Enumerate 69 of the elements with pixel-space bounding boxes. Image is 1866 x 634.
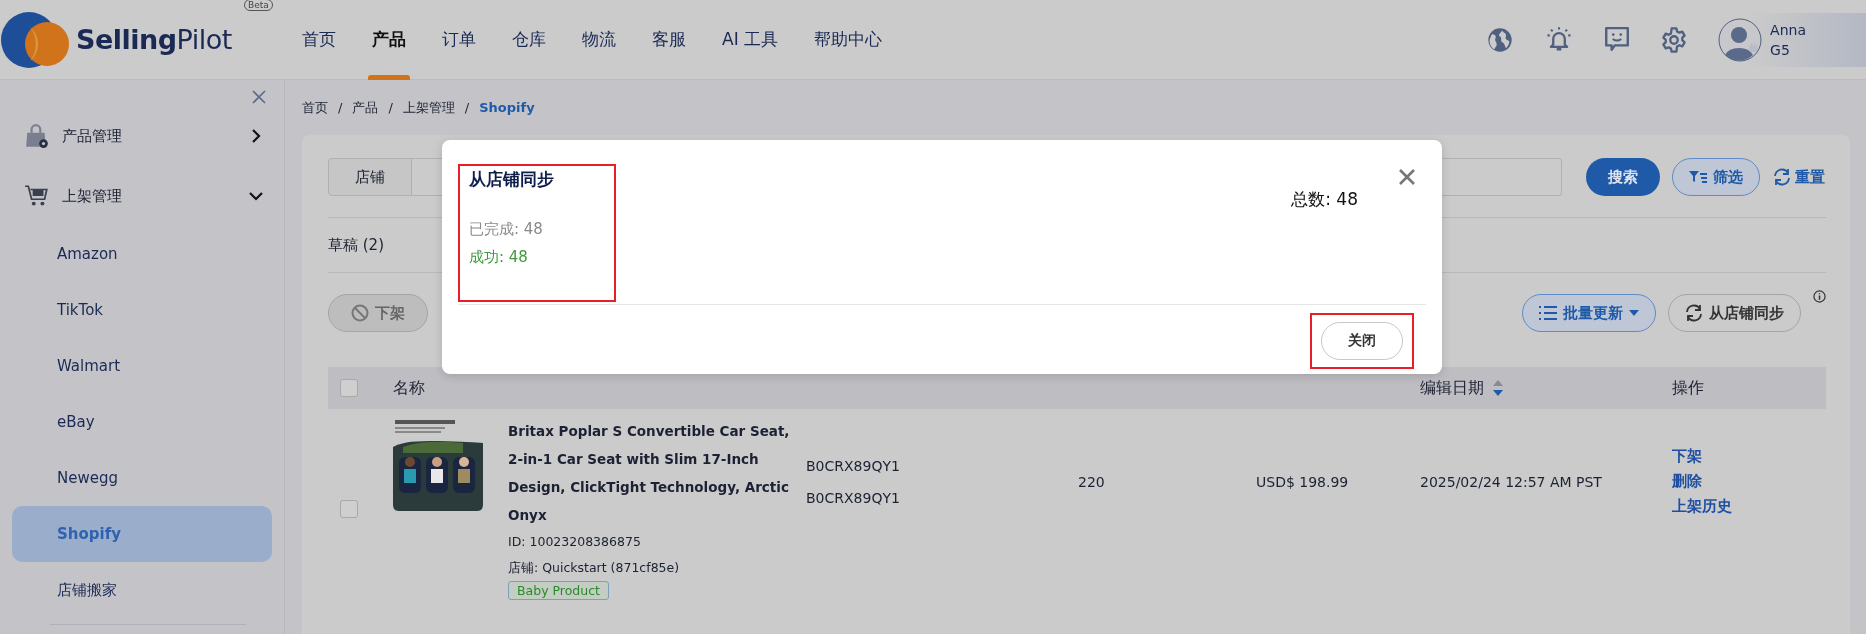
sidebar-item[interactable]: Newegg [12, 450, 272, 506]
sidebar-group[interactable]: 产品管理 [12, 106, 272, 166]
breadcrumb-separator: / [338, 100, 343, 115]
globe-icon[interactable] [1486, 25, 1515, 54]
completed-count: 已完成: 48 [469, 219, 544, 240]
success-count: 成功: 48 [469, 247, 529, 268]
settings-icon[interactable] [1660, 25, 1689, 54]
store-label: 店铺 [328, 158, 412, 196]
chat-icon[interactable] [1604, 25, 1631, 54]
category-tag: Baby Product [508, 581, 609, 600]
sort-icon[interactable] [1492, 379, 1504, 397]
close-icon[interactable] [1398, 168, 1416, 186]
checkbox[interactable] [340, 499, 358, 518]
close-button[interactable]: 关闭 [1321, 322, 1403, 360]
sidebar-item[interactable]: TikTok [12, 282, 272, 338]
column-header: 编辑日期 [1420, 377, 1484, 399]
table-cell-text: B0CRX89QY1 [806, 457, 901, 474]
caret-icon [1629, 309, 1639, 317]
breadcrumb-link[interactable]: Shopify [479, 100, 535, 115]
close-icon[interactable] [252, 90, 266, 104]
action-link[interactable]: 删除 [1672, 472, 1826, 491]
table-cell-text: USD$ 198.99 [1256, 473, 1350, 490]
product-id: ID: 10023208386875 [508, 533, 641, 551]
total-count: 总数: 48 [1291, 188, 1358, 211]
logo-text[interactable]: SellingPilot [76, 24, 232, 55]
sidebar-item[interactable]: 店铺搬家 [12, 562, 272, 618]
nav-tab[interactable]: 首页 [302, 0, 336, 80]
filter-icon [1689, 170, 1707, 184]
nav-tab[interactable]: 帮助中心 [814, 0, 883, 80]
nav-tab[interactable]: 仓库 [512, 0, 546, 80]
breadcrumb-link[interactable]: 上架管理 [402, 98, 455, 117]
info-icon[interactable] [1813, 290, 1826, 303]
sidebar-group[interactable]: 上架管理 [12, 166, 272, 226]
avatar-icon [1718, 17, 1763, 62]
prohibited-icon [351, 304, 369, 322]
bag-icon [24, 123, 50, 149]
breadcrumb-link[interactable]: 首页 [302, 98, 328, 117]
nav-tab[interactable]: AI 工具 [722, 0, 779, 80]
action-link[interactable]: 上架历史 [1672, 497, 1826, 516]
column-header: 操作 [1672, 377, 1704, 399]
table-cell-text: 220 [1078, 473, 1106, 490]
logo-icon [0, 10, 70, 69]
checkbox[interactable] [340, 379, 358, 397]
filter-button[interactable]: 筛选 [1672, 158, 1760, 196]
breadcrumb-link[interactable]: 产品 [352, 98, 379, 117]
table-cell-text: 2025/02/24 12:57 AM PST [1420, 473, 1603, 490]
search-button[interactable]: 搜索 [1586, 158, 1660, 196]
bulk-update-button[interactable]: 批量更新 [1522, 294, 1656, 332]
product-title[interactable]: Britax Poplar S Convertible Car Seat, 2-in-1 Car Seat with Slim 17-Inch Design, ClickTight Technology, Arctic Onyx [508, 417, 793, 529]
refresh-icon [1685, 304, 1703, 322]
store-name: 店铺: Quickstart (871cf85e) [508, 559, 680, 577]
sidebar-item[interactable]: eBay [12, 394, 272, 450]
user-menu[interactable]: Anna G5 [1718, 12, 1866, 67]
action-link[interactable]: 下架 [1672, 447, 1826, 466]
nav-tab[interactable]: 订单 [442, 0, 476, 80]
sidebar-item[interactable]: Walmart [12, 338, 272, 394]
column-header: 名称 [393, 377, 425, 399]
breadcrumb-separator: / [464, 100, 470, 115]
reset-button[interactable]: 重置 [1760, 158, 1826, 196]
table-cell-text: B0CRX89QY1 [806, 489, 901, 506]
nav-tab[interactable]: 物流 [582, 0, 616, 80]
breadcrumb-separator: / [388, 100, 393, 115]
dialog-title: 从店铺同步 [469, 168, 555, 191]
sidebar-item[interactable]: Amazon [12, 226, 272, 282]
user-name: Anna [1770, 20, 1806, 40]
refresh-icon [1773, 168, 1791, 186]
user-level-label: G5 [1770, 40, 1791, 60]
list-icon [1539, 306, 1557, 320]
nav-tab[interactable]: 客服 [652, 0, 686, 80]
